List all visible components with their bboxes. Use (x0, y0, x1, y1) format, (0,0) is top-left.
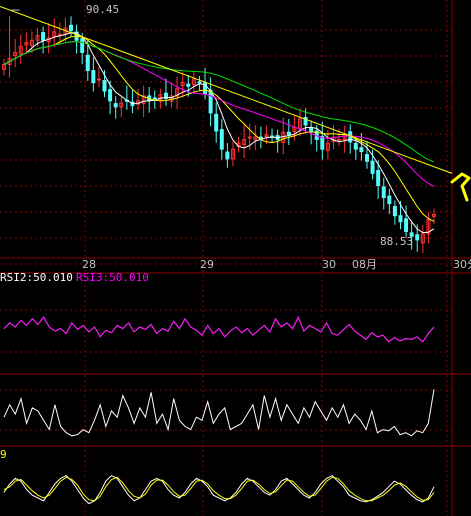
candle-body (208, 90, 213, 114)
candle-body (381, 186, 386, 199)
candle-body (214, 113, 219, 132)
candle-body (337, 138, 342, 141)
rsi3-label: RSI3:50.010 (76, 271, 149, 284)
candle-body (353, 142, 358, 150)
candle-body (41, 32, 46, 41)
candle-body (102, 79, 107, 92)
high-price-label: 90.45 (86, 3, 119, 16)
stock-chart: 90.45 88.53 28 29 30 08月 30分 RSI2:50.010… (0, 0, 471, 516)
x-tick-08: 08月 (352, 258, 377, 271)
rsi2-label: RSI2:50.010 (0, 271, 73, 284)
candle-body (69, 24, 74, 32)
candle-body (85, 54, 90, 72)
timeframe-label: 30分 (453, 258, 471, 271)
low-price-label: 88.53 (380, 235, 413, 248)
candle-body (186, 83, 191, 87)
candle-body (286, 131, 291, 136)
candle-body (415, 234, 420, 241)
candle-body (309, 127, 314, 132)
kd-label: 9 (0, 448, 7, 461)
candle-body (57, 33, 62, 36)
candle-body (197, 81, 202, 84)
candle-body (219, 129, 224, 150)
candle-body (392, 206, 397, 217)
candle-body (80, 38, 85, 53)
candle-body (364, 153, 369, 162)
candle-body (91, 70, 96, 84)
x-tick-30: 30 (322, 258, 336, 271)
candle-body (96, 78, 101, 81)
x-tick-29: 29 (200, 258, 214, 271)
candle-body (370, 160, 375, 174)
candle-body (247, 136, 252, 139)
candle-body (113, 103, 118, 108)
candle-body (359, 147, 364, 153)
candle-body (404, 218, 409, 232)
candle-body (398, 215, 403, 223)
candle-body (376, 169, 381, 186)
x-tick-28: 28 (82, 258, 96, 271)
candle-body (108, 89, 113, 102)
candle-body (225, 151, 230, 160)
candle-body (320, 136, 325, 150)
candle-body (152, 97, 157, 100)
candle-body (387, 195, 392, 205)
